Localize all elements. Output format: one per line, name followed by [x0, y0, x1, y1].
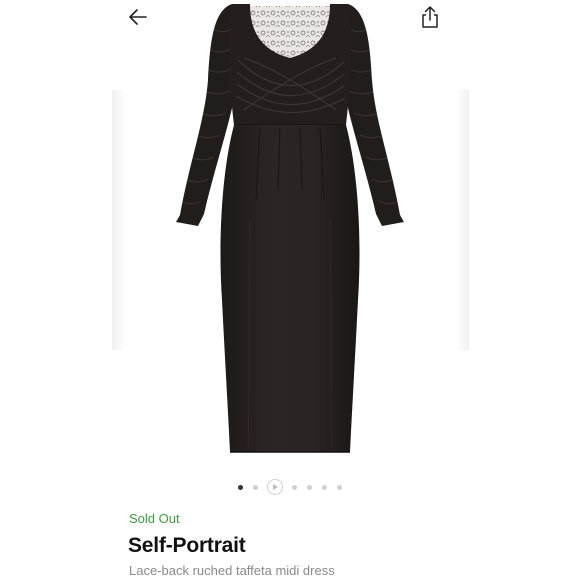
pagination-dot[interactable]: [322, 484, 327, 490]
back-button[interactable]: [124, 3, 152, 31]
video-play-dot[interactable]: [267, 479, 283, 495]
dress-photo: [176, 4, 404, 453]
pagination-dot[interactable]: [292, 484, 297, 490]
pagination-dot[interactable]: [337, 484, 342, 490]
gallery-pagination: [0, 476, 580, 498]
product-image-gallery[interactable]: [110, 0, 470, 470]
pagination-dot[interactable]: [307, 484, 312, 490]
share-icon: [422, 6, 438, 28]
share-button[interactable]: [416, 3, 444, 31]
product-name: Lace-back ruched taffeta midi dress: [129, 563, 335, 578]
play-icon: [273, 484, 278, 490]
pagination-dot[interactable]: [253, 484, 258, 490]
pagination-dot-active[interactable]: [238, 484, 243, 490]
availability-status: Sold Out: [129, 511, 180, 526]
product-brand[interactable]: Self-Portrait: [128, 533, 246, 559]
product-detail-screen: Sold Out Self-Portrait Lace-back ruched …: [0, 0, 580, 580]
arrow-left-icon: [129, 9, 147, 25]
top-bar: [0, 0, 580, 36]
